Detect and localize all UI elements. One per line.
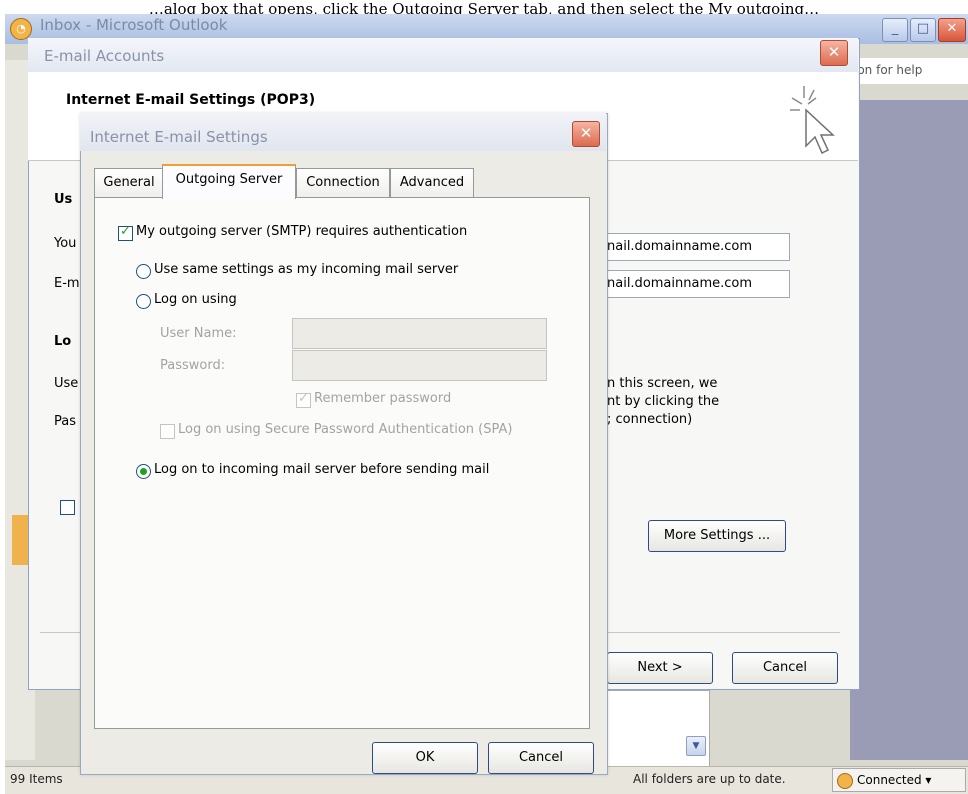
requires-auth-label[interactable]: My outgoing server (SMTP) requires authe… (136, 224, 467, 239)
log-on-incoming-label[interactable]: Log on to incoming mail server before se… (154, 462, 489, 477)
log-on-incoming-radio[interactable] (136, 464, 151, 479)
internet-settings-cancel-button[interactable]: Cancel (488, 742, 594, 774)
status-folders: All folders are up to date. (633, 772, 786, 786)
label-password: Pas (54, 414, 76, 429)
help-search-input[interactable]: ion for help (850, 58, 968, 84)
close-window-button[interactable]: ✕ (938, 18, 966, 42)
internet-settings-close-button[interactable]: ✕ (572, 121, 600, 147)
minimize-button[interactable]: _ (882, 18, 908, 42)
internet-settings-title: Internet E-mail Settings (90, 128, 268, 146)
requires-auth-checkbox[interactable] (118, 224, 133, 241)
use-same-label[interactable]: Use same settings as my incoming mail se… (154, 262, 458, 277)
log-on-using-label[interactable]: Log on using (154, 292, 237, 307)
connection-icon (837, 772, 853, 789)
spa-checkbox[interactable] (160, 424, 175, 439)
tab-outgoing-server[interactable]: Outgoing Server (162, 164, 296, 199)
outlook-title: Inbox - Microsoft Outlook (40, 16, 228, 34)
email-accounts-heading: Internet E-mail Settings (POP3) (66, 92, 316, 108)
incoming-server-field[interactable]: nail.domainname.com (602, 233, 790, 261)
tab-advanced[interactable]: Advanced (390, 168, 474, 197)
outgoing-server-field[interactable]: nail.domainname.com (602, 270, 790, 298)
user-name-input[interactable] (292, 318, 547, 349)
info-text-line3: ; connection) (607, 412, 693, 427)
use-same-radio[interactable] (136, 264, 151, 279)
section-logon-info: Lo (54, 334, 72, 349)
log-on-using-radio[interactable] (136, 294, 151, 309)
remember-password-checkbox[interactable] (296, 391, 311, 408)
password-label: Password: (160, 358, 226, 373)
info-text-line1: n this screen, we (607, 376, 718, 391)
remember-checkbox[interactable] (60, 500, 75, 515)
section-user-info: Us (54, 192, 73, 207)
label-your-name: You (54, 236, 77, 251)
tab-general[interactable]: General (94, 168, 164, 197)
email-accounts-cancel-button[interactable]: Cancel (732, 652, 838, 684)
next-button[interactable]: Next > (607, 652, 713, 684)
status-items-count: 99 Items (10, 772, 63, 786)
user-name-label: User Name: (160, 326, 237, 341)
remember-password-label[interactable]: Remember password (314, 391, 451, 406)
outlook-reading-pane (850, 100, 968, 760)
email-accounts-title: E-mail Accounts (44, 47, 165, 65)
outlook-app-icon: ◔ (10, 18, 32, 40)
cursor-sparkle-icon (790, 86, 835, 155)
email-accounts-close-button[interactable]: ✕ (820, 40, 848, 66)
connection-status-button[interactable]: Connected ▾ (832, 768, 966, 792)
spa-label[interactable]: Log on using Secure Password Authenticat… (178, 422, 512, 437)
connection-label: Connected ▾ (857, 773, 932, 787)
info-text-line2: nt by clicking the (607, 394, 720, 409)
ok-button[interactable]: OK (372, 742, 478, 774)
chevron-down-icon[interactable]: ▼ (686, 736, 706, 756)
label-username: Use (54, 376, 79, 391)
maximize-button[interactable]: □ (910, 18, 936, 42)
folder-list-box (600, 690, 710, 768)
label-email: E-m (54, 276, 80, 291)
tab-connection[interactable]: Connection (296, 168, 390, 197)
password-input[interactable] (292, 350, 547, 381)
more-settings-button[interactable]: More Settings ... (648, 520, 786, 552)
